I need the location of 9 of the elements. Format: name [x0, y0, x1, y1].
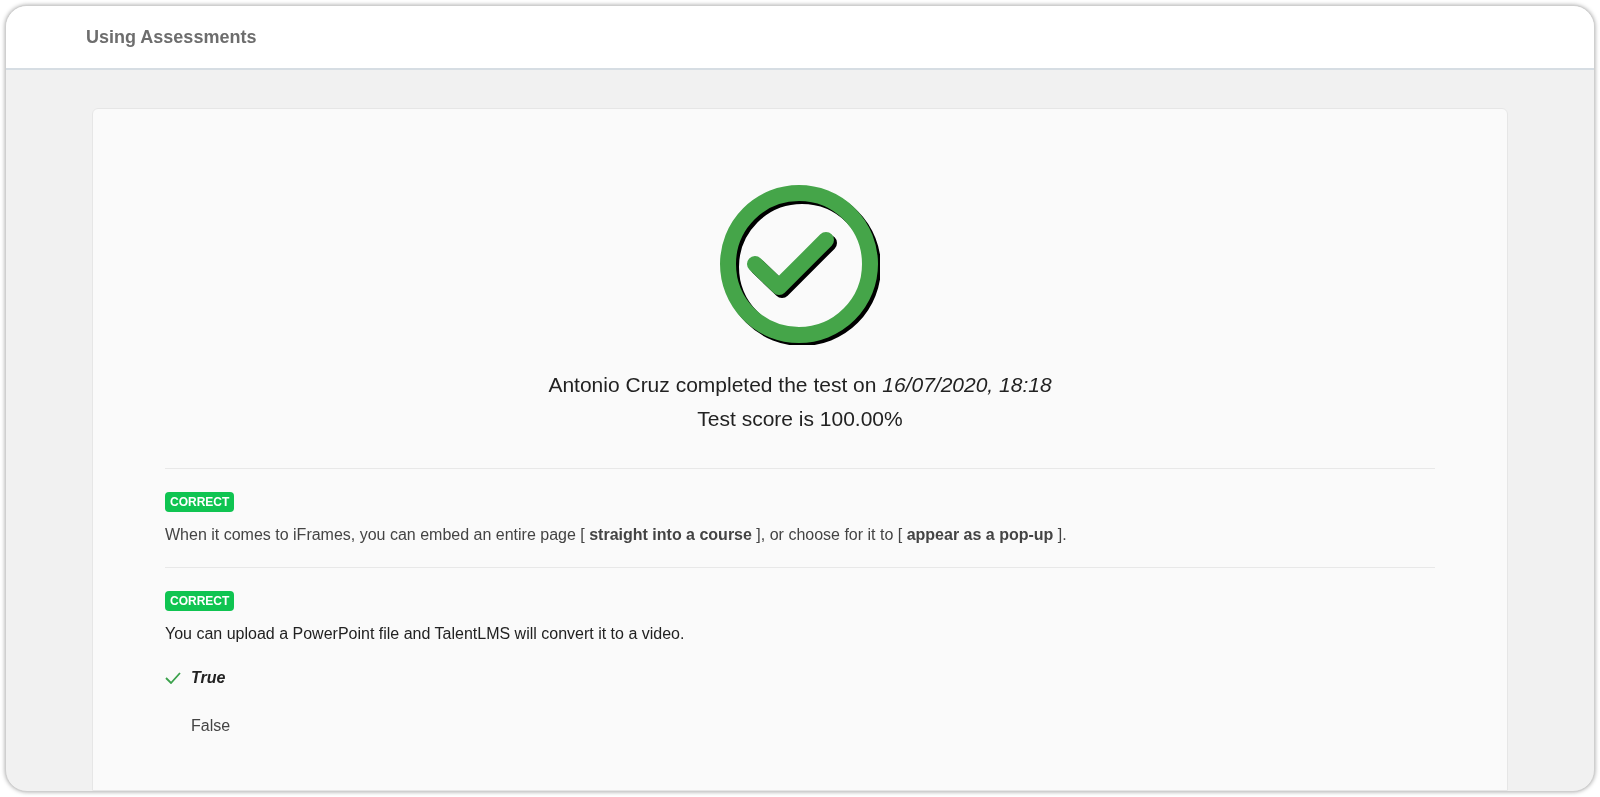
- score-text: Test score is 100.00%: [697, 405, 903, 432]
- page-title: Using Assessments: [86, 25, 257, 49]
- answer-option: False: [191, 714, 231, 738]
- status-badge: CORRECT: [165, 492, 235, 512]
- completion-text: Antonio Cruz completed the test on 16/07/2020, 18:18: [548, 372, 1052, 398]
- status-badge: CORRECT: [165, 591, 235, 611]
- question-text: When it comes to iFrames, you can embed an entire page [ straight into a course ], or choose for it to [ appear as a pop-up ].: [165, 525, 1068, 545]
- answer-option: True: [191, 666, 226, 690]
- question-text: You can upload a PowerPoint file and TalentLMS will convert it to a video.: [165, 624, 686, 644]
